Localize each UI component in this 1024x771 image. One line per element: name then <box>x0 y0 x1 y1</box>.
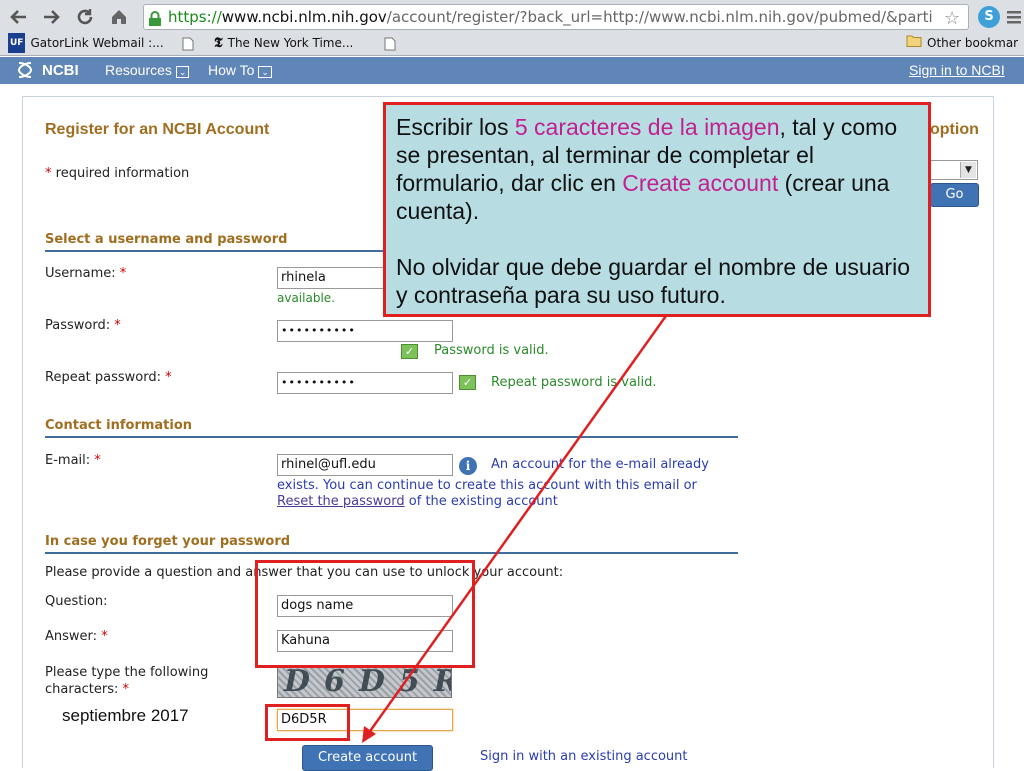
callout-paragraph-2: No olvidar que debe guardar el nombre de… <box>396 254 910 308</box>
instruction-callout: Escribir los 5 caracteres de la imagen, … <box>383 102 931 317</box>
callout-highlight: 5 caracteres de la imagen <box>514 114 780 140</box>
callout-highlight: Create account <box>622 170 779 196</box>
callout-paragraph-1: Escribir los 5 caracteres de la imagen, … <box>396 113 918 225</box>
callout-text: Escribir los <box>396 114 515 140</box>
